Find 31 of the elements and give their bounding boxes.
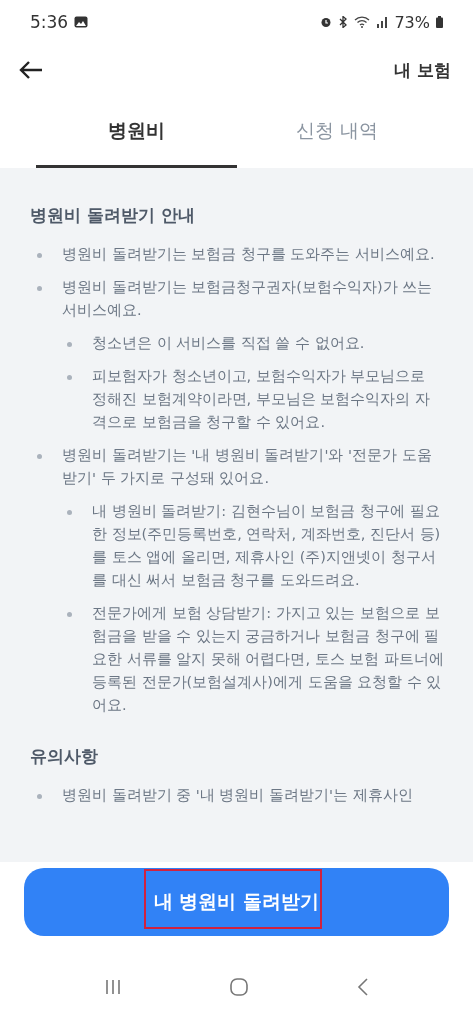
- notice-text: 청소년은 이 서비스를 직접 쓸 수 없어요.: [92, 334, 365, 353]
- section-title: 유의사항: [30, 745, 99, 768]
- bullet-icon: [67, 342, 72, 347]
- home-icon[interactable]: [229, 977, 250, 997]
- notice-text: 병원비 돌려받기 중 '내 병원비 돌려받기'는 제휴사인: [62, 786, 413, 805]
- notice-text: 병원비 돌려받기는 보험금 청구를 도와주는 서비스예요.: [62, 245, 435, 264]
- bullet-icon: [37, 286, 42, 291]
- alarm-icon: [320, 16, 333, 28]
- wifi-icon: [354, 16, 371, 28]
- notice-text: 병원비 돌려받기는 보험금청구권자(보험수익자)가 쓰는 서비스예요.: [62, 278, 434, 320]
- bullet-icon: [67, 612, 72, 617]
- notice-text: 병원비 돌려받기는 '내 병원비 돌려받기'와 '전문가 도움받기' 두 가지로 구성돼 있어요.: [62, 446, 433, 488]
- battery-percent: 73%: [394, 12, 430, 32]
- signal-icon: [376, 16, 389, 28]
- recent-apps-icon[interactable]: [103, 978, 122, 996]
- bullet-icon: [67, 510, 72, 515]
- image-icon: [74, 16, 89, 28]
- get-refund-button[interactable]: 내 병원비 돌려받기: [24, 868, 449, 936]
- my-insurance-link[interactable]: 내 보험: [394, 58, 451, 82]
- bluetooth-icon: [338, 16, 349, 28]
- nav-back-icon[interactable]: [357, 977, 370, 997]
- notice-text: 내 병원비 돌려받기: 김현수님이 보험금 청구에 필요한 정보(주민등록번호, 연락처, 계좌번호, 진단서 등)를 토스 앱에 올리면, 제휴사인 (주)지앤넷이 청구서를 대신 써서 보험금 청구를 도와드려요.: [92, 502, 442, 590]
- status-time: 5:36: [30, 12, 69, 32]
- notice-text: 피보험자가 청소년이고, 보험수익자가 부모님으로 정해진 보험계약이라면, 부모님은 보험수익자의 자격으로 보험금을 청구할 수 있어요.: [92, 367, 432, 432]
- battery-icon: [436, 16, 443, 28]
- bullet-icon: [67, 375, 72, 380]
- notice-text: 전문가에게 보험 상담받기: 가지고 있는 보험으로 보험금을 받을 수 있는지 궁금하거나 보험금 청구에 필요한 서류를 알지 못해 어렵다면, 토스 보험 파트너에 등록된 전문가(보험설계사)에게 도움을 요청할 수 있어요.: [92, 604, 445, 715]
- section-title: 병원비 돌려받기 안내: [30, 204, 196, 227]
- bullet-icon: [37, 454, 42, 459]
- bullet-icon: [37, 794, 42, 799]
- bullet-icon: [37, 253, 42, 258]
